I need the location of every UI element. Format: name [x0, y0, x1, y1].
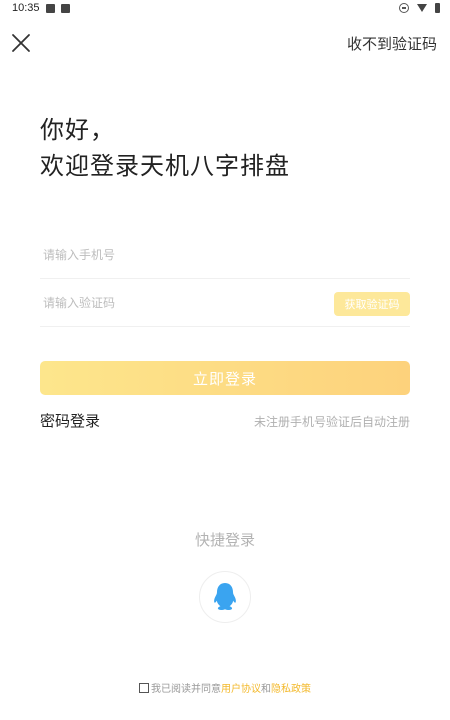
phone-field-row	[40, 232, 410, 279]
qq-icon	[214, 583, 236, 610]
greeting-line-2: 欢迎登录天机八字排盘	[40, 152, 290, 180]
status-left: 10:35	[12, 2, 70, 14]
close-button[interactable]	[10, 32, 32, 54]
privacy-policy-link[interactable]: 隐私政策	[271, 680, 311, 695]
no-code-link[interactable]: 收不到验证码	[347, 33, 437, 54]
status-bar: 10:35	[0, 0, 450, 20]
phone-input[interactable]	[40, 248, 303, 262]
login-button[interactable]: 立即登录	[40, 361, 410, 395]
user-agreement-link[interactable]: 用户协议	[221, 680, 261, 695]
greeting-line-1: 你好，	[40, 116, 115, 144]
password-login-link[interactable]: 密码登录	[40, 410, 100, 431]
quick-login-title: 快捷登录	[194, 531, 255, 549]
code-input[interactable]	[40, 296, 303, 310]
status-time: 10:35	[12, 2, 40, 14]
close-icon	[12, 34, 30, 52]
battery-icon	[435, 3, 440, 13]
code-field-row: 获取验证码	[40, 280, 410, 327]
auto-register-note: 未注册手机号验证后自动注册	[253, 415, 410, 429]
get-code-button[interactable]: 获取验证码	[334, 292, 410, 316]
agreement-row: 我已阅读并同意 用户协议 和 隐私政策	[0, 680, 450, 695]
image-icon	[45, 3, 55, 13]
agreement-prefix: 我已阅读并同意	[151, 684, 221, 695]
notification-icon	[60, 3, 70, 13]
greeting: 你好， 欢迎登录天机八字排盘	[40, 112, 290, 184]
agreement-checkbox[interactable]	[139, 682, 149, 693]
status-right	[399, 3, 440, 13]
login-page: 10:35 收不到验证码 你好， 欢迎登录天机八字排盘 获取验证码 立即登录 密…	[0, 0, 450, 720]
qq-login-button[interactable]	[199, 571, 251, 623]
do-not-disturb-icon	[399, 3, 409, 13]
agreement-and: 和	[261, 684, 271, 695]
wifi-icon	[417, 4, 427, 12]
